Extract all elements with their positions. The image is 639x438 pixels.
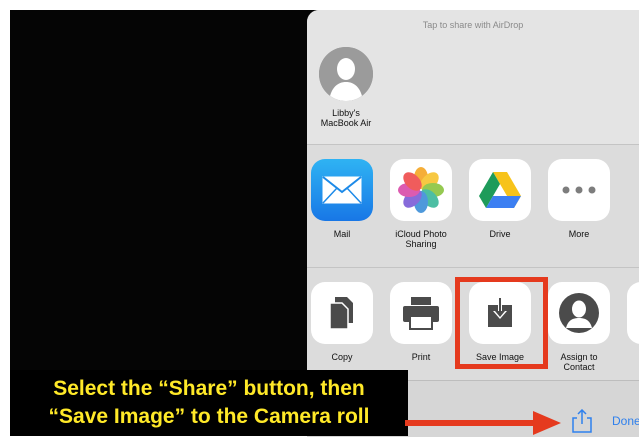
more-icon: [548, 159, 610, 221]
share-apps-row: Mail iCloud Photo Sharing Drive More: [307, 159, 639, 269]
device-avatar: [319, 47, 373, 101]
drive-icon: [469, 159, 531, 221]
action-label: Copy: [331, 352, 353, 362]
app-more[interactable]: More: [544, 159, 614, 239]
device-name-line2: MacBook Air: [320, 118, 372, 128]
app-drive[interactable]: Drive: [465, 159, 535, 239]
device-name-line1: Libby's: [332, 108, 360, 118]
action-copy[interactable]: Copy: [307, 282, 377, 362]
app-label: More: [568, 229, 590, 239]
action-label-line1: Assign to: [560, 352, 598, 362]
airdrop-device[interactable]: Libby's MacBook Air: [310, 47, 382, 128]
mail-icon: [311, 159, 373, 221]
airdrop-section: Tap to share with AirDrop Libby's MacBoo…: [307, 10, 639, 144]
action-assign-to-contact[interactable]: Assign to Contact: [544, 282, 614, 372]
partial-action-icon: [627, 282, 639, 344]
instruction-line-1: Select the “Share” button, then: [53, 377, 365, 400]
pointer-arrow-icon: [405, 411, 561, 435]
share-icon: [572, 408, 592, 433]
action-label: Print: [411, 352, 431, 362]
contact-icon: [548, 282, 610, 344]
action-print[interactable]: Print: [386, 282, 456, 362]
copy-icon: [311, 282, 373, 344]
screenshot: Tap to share with AirDrop Libby's MacBoo…: [0, 0, 639, 437]
section-divider: [307, 267, 639, 268]
instruction-caption: Select the “Share” button, then “Save Im…: [10, 370, 408, 436]
person-silhouette-icon: [319, 47, 373, 101]
share-button[interactable]: [571, 408, 593, 433]
app-label-line1: iCloud Photo: [395, 229, 447, 239]
instruction-line-2: “Save Image” to the Camera roll: [48, 405, 370, 428]
app-label: Drive: [489, 229, 511, 239]
app-icloud-photo-sharing[interactable]: iCloud Photo Sharing: [386, 159, 456, 249]
action-next-partial[interactable]: [623, 282, 639, 344]
app-label-line2: Sharing: [405, 239, 437, 249]
done-button[interactable]: Done: [612, 414, 639, 428]
app-label: Mail: [333, 229, 351, 239]
airdrop-header: Tap to share with AirDrop: [422, 20, 524, 30]
print-icon: [390, 282, 452, 344]
photos-icon: [390, 159, 452, 221]
save-image-highlight: [455, 277, 548, 369]
section-divider: [307, 144, 639, 145]
app-mail[interactable]: Mail: [307, 159, 377, 239]
action-label-line2: Contact: [563, 362, 595, 372]
